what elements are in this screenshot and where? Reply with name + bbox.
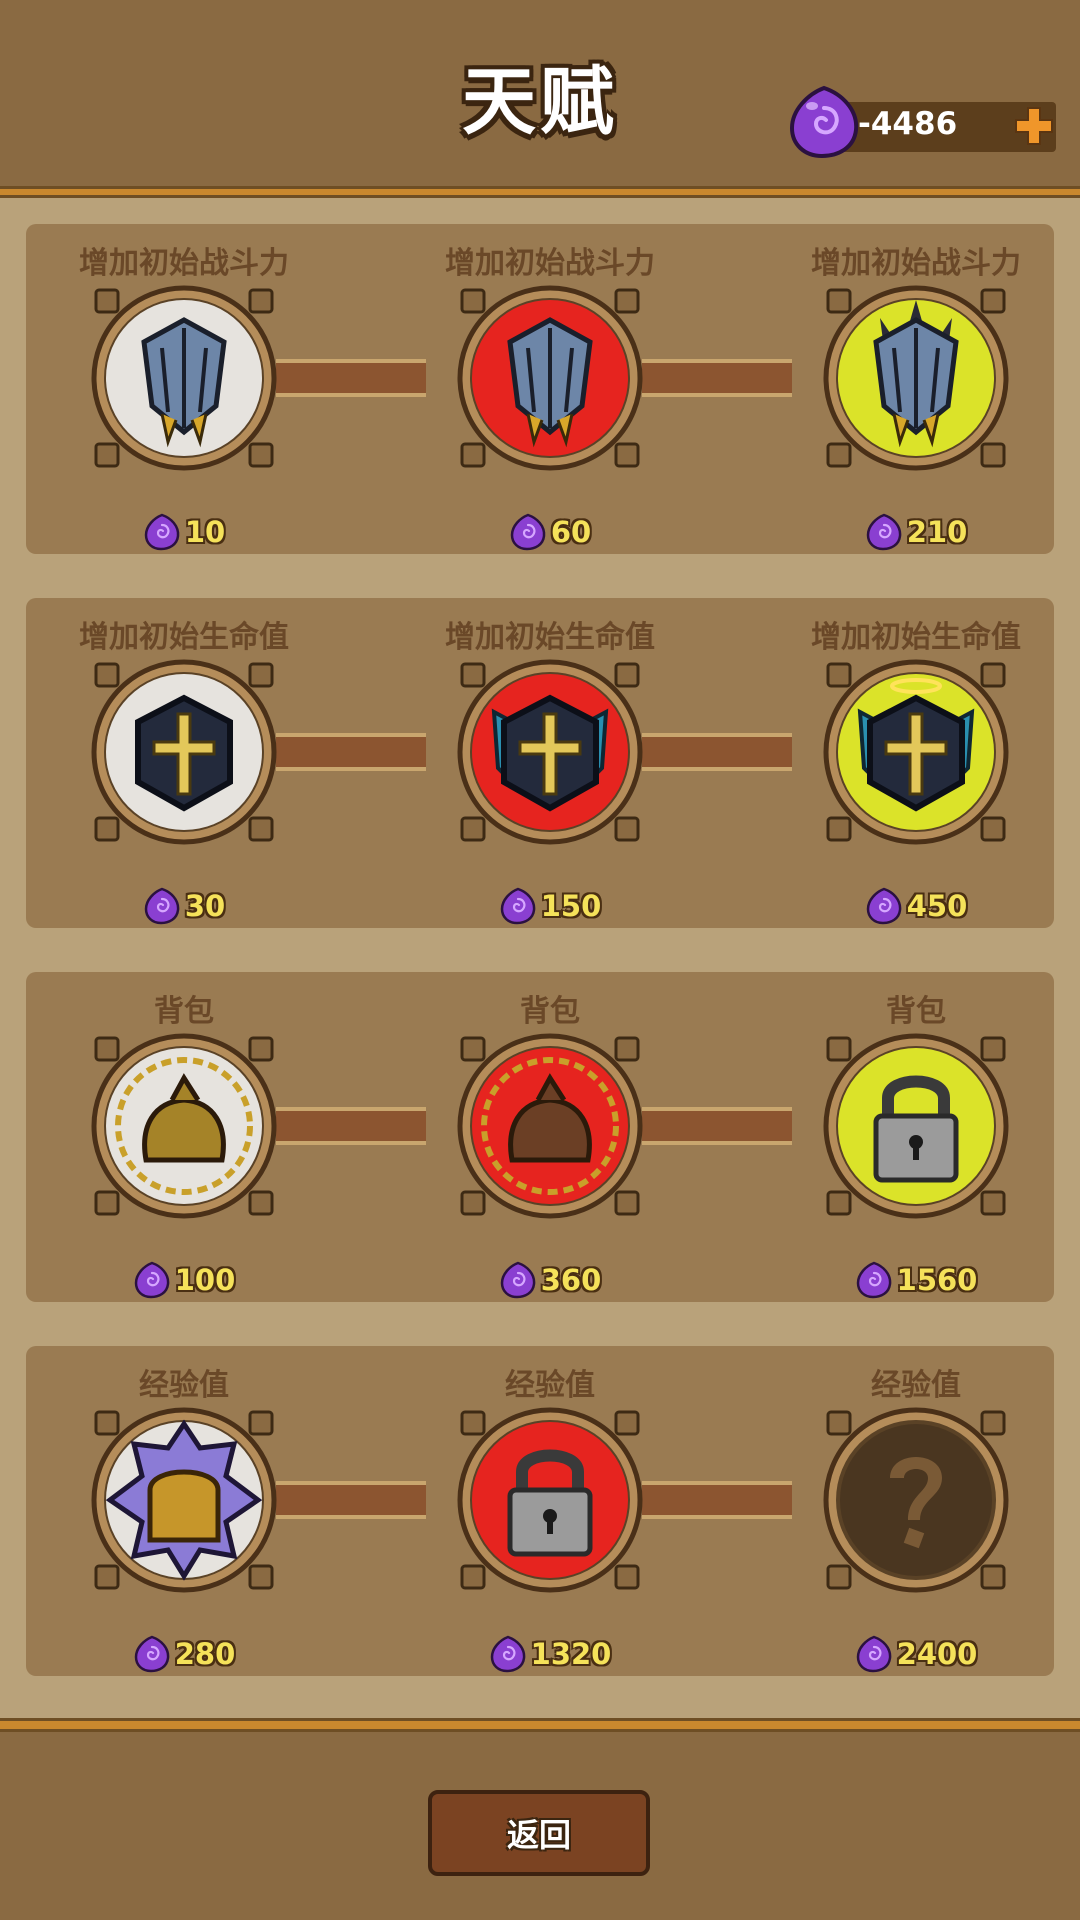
talent-cost-value: 60 [550, 515, 592, 549]
purple-gem-icon [500, 1261, 535, 1299]
header-bar: 天赋 -4486 [0, 0, 1080, 186]
talent-slot[interactable]: 增加初始战斗力 10 [54, 224, 314, 554]
talent-cost: 450 [786, 886, 1046, 926]
purple-gem-icon [866, 887, 901, 925]
purple-gem-icon [856, 1635, 891, 1673]
talent-cost: 1320 [420, 1634, 680, 1674]
talent-cost: 30 [54, 886, 314, 926]
question-mark-icon[interactable] [820, 1404, 1012, 1596]
talent-title: 增加初始生命值 [811, 620, 1021, 655]
talent-row-panel: 增加初始战斗力 10 增加初始战斗力 60 增加初始战斗力 210 [26, 224, 1054, 554]
talent-cost: 60 [420, 512, 680, 552]
talent-title: 增加初始生命值 [79, 620, 289, 655]
talent-slot[interactable]: 经验值 1320 [420, 1346, 680, 1676]
header-divider [0, 186, 1080, 198]
talent-cost-value: 30 [184, 889, 226, 923]
shield-icon[interactable] [454, 282, 646, 474]
padlock-icon[interactable] [820, 1030, 1012, 1222]
plus-icon[interactable] [1012, 104, 1056, 148]
talent-cost-value: 10 [184, 515, 226, 549]
footer-divider [0, 1718, 1080, 1732]
talent-cost: 10 [54, 512, 314, 552]
talent-slot[interactable]: 增加初始生命值 150 [420, 598, 680, 928]
talent-slot[interactable]: 背包 100 [54, 972, 314, 1302]
talent-title: 增加初始战斗力 [445, 246, 655, 281]
purple-gem-icon [510, 513, 546, 551]
talent-slot[interactable]: 经验值 2400 [786, 1346, 1046, 1676]
haloed-cross-icon[interactable] [820, 656, 1012, 848]
backpack-icon[interactable] [454, 1030, 646, 1222]
talent-slot[interactable]: 增加初始战斗力 210 [786, 224, 1046, 554]
currency-display: -4486 [786, 84, 1058, 159]
talent-row-panel: 经验值 280 经验值 1320 经验值 2400 [26, 1346, 1054, 1676]
talent-cost: 210 [786, 512, 1046, 552]
chest-icon[interactable] [88, 1404, 280, 1596]
talent-cost-value: 1560 [896, 1263, 978, 1297]
currency-value: -4486 [858, 106, 958, 142]
talent-cost-value: 150 [540, 889, 602, 923]
talent-title: 背包 [520, 994, 580, 1029]
talent-title: 背包 [886, 994, 946, 1029]
talent-cost-value: 2400 [896, 1637, 978, 1671]
purple-gem-icon [144, 887, 180, 925]
talent-title: 增加初始战斗力 [79, 246, 289, 281]
talent-row-panel: 增加初始生命值 30 增加初始生命值 150 增加初始生命值 450 [26, 598, 1054, 928]
talent-title: 背包 [154, 994, 214, 1029]
talent-title: 经验值 [871, 1368, 961, 1403]
talent-cost: 280 [54, 1634, 314, 1674]
purple-gem-icon [134, 1635, 169, 1673]
talent-title: 增加初始战斗力 [811, 246, 1021, 281]
back-button-label: 返回 [506, 1816, 571, 1854]
sack-icon[interactable] [88, 1030, 280, 1222]
winged-cross-icon[interactable] [454, 656, 646, 848]
back-button[interactable]: 返回 [428, 1790, 650, 1876]
cross-icon[interactable] [88, 656, 280, 848]
talent-slot[interactable]: 增加初始生命值 30 [54, 598, 314, 928]
talent-slot[interactable]: 背包 1560 [786, 972, 1046, 1302]
talent-cost: 1560 [786, 1260, 1046, 1300]
talent-cost: 100 [54, 1260, 314, 1300]
talent-cost: 150 [420, 886, 680, 926]
shield-icon[interactable] [88, 282, 280, 474]
purple-gem-icon [500, 887, 535, 925]
talent-title: 经验值 [505, 1368, 595, 1403]
talent-cost: 2400 [786, 1634, 1046, 1674]
talent-cost-value: 450 [906, 889, 968, 923]
talent-slot[interactable]: 增加初始生命值 450 [786, 598, 1046, 928]
talent-slot[interactable]: 经验值 280 [54, 1346, 314, 1676]
talent-title: 增加初始生命值 [445, 620, 655, 655]
talent-cost-value: 100 [174, 1263, 236, 1297]
talent-cost-value: 210 [906, 515, 968, 549]
purple-gem-icon [490, 1635, 525, 1673]
talent-cost-value: 1320 [530, 1637, 612, 1671]
purple-gem-icon [866, 513, 901, 551]
talent-row-panel: 背包 100 背包 360 背包 1560 [26, 972, 1054, 1302]
talent-cost-value: 360 [540, 1263, 602, 1297]
purple-gem-icon [789, 85, 859, 159]
talent-title: 经验值 [139, 1368, 229, 1403]
talent-cost-value: 280 [174, 1637, 236, 1671]
talent-slot[interactable]: 背包 360 [420, 972, 680, 1302]
purple-gem-icon [134, 1261, 169, 1299]
talent-cost: 360 [420, 1260, 680, 1300]
talent-slot[interactable]: 增加初始战斗力 60 [420, 224, 680, 554]
purple-gem-icon [856, 1261, 891, 1299]
spiked-shield-icon[interactable] [820, 282, 1012, 474]
padlock-icon[interactable] [454, 1404, 646, 1596]
purple-gem-icon [144, 513, 180, 551]
